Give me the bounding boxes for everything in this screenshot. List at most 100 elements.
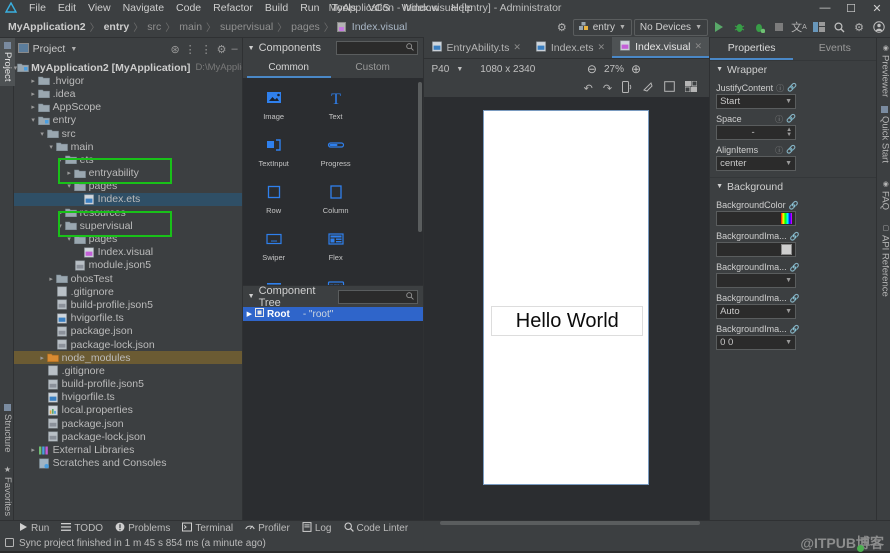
breadcrumb-pages[interactable]: pages (288, 21, 323, 33)
link-icon[interactable]: 🔗 (786, 145, 796, 156)
component-item-textinput[interactable]: TextInput (243, 133, 305, 180)
link-icon[interactable]: 🔗 (786, 114, 796, 125)
component-item-image[interactable]: Image (243, 86, 305, 133)
maximize-button[interactable]: ☐ (838, 0, 864, 16)
chevron-right-icon[interactable]: ▸ (56, 209, 65, 217)
tree-row-scratches-and-consoles[interactable]: Scratches and Consoles (14, 457, 242, 470)
multi-device-icon[interactable] (685, 81, 697, 95)
tree-row-local-properties[interactable]: local.properties (14, 404, 242, 417)
gear-icon[interactable]: ⚙ (850, 18, 868, 36)
section-header-background[interactable]: ▼ Background (710, 177, 876, 195)
chevron-down-icon[interactable]: ▾ (56, 156, 65, 164)
tab-events[interactable]: Events (793, 38, 876, 60)
component-tree-row-root[interactable]: ▶ Root - "root" (243, 307, 423, 321)
help-icon[interactable]: ⓘ (775, 114, 783, 125)
refresh-preview-icon[interactable] (642, 81, 654, 96)
tree-row-package-json[interactable]: package.json (14, 325, 242, 338)
stepper-arrows-icon[interactable]: ▲▼ (786, 128, 792, 138)
section-header-wrapper[interactable]: ▼ Wrapper (710, 60, 876, 78)
chevron-right-icon[interactable]: ▸ (47, 275, 56, 283)
tool-window-problems[interactable]: Problems (115, 522, 170, 535)
tool-window-profiler[interactable]: Profiler (245, 522, 290, 535)
tab-custom[interactable]: Custom (331, 58, 415, 78)
sidebar-item-quick-start[interactable]: Quick Start (877, 102, 890, 167)
close-button[interactable]: ✕ (864, 0, 890, 16)
tree-row-gitignore[interactable]: .gitignore (14, 285, 242, 298)
chevron-down-icon[interactable]: ▾ (56, 222, 65, 230)
device-preview[interactable]: Hello World (483, 110, 649, 485)
run-button[interactable] (710, 18, 728, 36)
components-search-input[interactable] (336, 41, 418, 55)
tree-row-entry[interactable]: ▾entry (14, 114, 242, 127)
menu-item-file[interactable]: File (23, 0, 52, 16)
minimize-button[interactable]: — (812, 0, 838, 16)
chevron-down-icon[interactable]: ▾ (65, 182, 74, 190)
event-log-icon[interactable] (5, 538, 14, 550)
menu-item-refactor[interactable]: Refactor (207, 0, 259, 16)
chevron-down-icon[interactable]: ▾ (65, 235, 74, 243)
run-configuration-selector[interactable]: entry ▼ (573, 19, 632, 36)
component-item-button[interactable]: BTNButton (305, 274, 367, 285)
tree-row-supervisual[interactable]: ▾supervisual (14, 219, 242, 232)
tool-window-log[interactable]: Log (302, 522, 332, 535)
tool-window-code-linter[interactable]: Code Linter (344, 522, 409, 535)
editor-tab-entryability-ts[interactable]: EntryAbility.ts✕ (424, 37, 528, 58)
chevron-down-icon[interactable]: ▼ (456, 66, 463, 73)
gear-icon[interactable]: ⚙ (217, 43, 227, 56)
chevron-down-icon[interactable]: ▼ (70, 46, 77, 53)
tree-row-ets[interactable]: ▾ets (14, 153, 242, 166)
tree-row-package-json[interactable]: package.json (14, 417, 242, 430)
undo-icon[interactable]: ↶ (584, 82, 593, 95)
breadcrumb-project[interactable]: MyApplication2 (5, 21, 89, 33)
tree-row-main[interactable]: ▾main (14, 140, 242, 153)
backgroundimage-size-select[interactable]: Auto ▼ (716, 304, 796, 319)
sidebar-item-api-reference[interactable]: ▢ API Reference (877, 220, 890, 301)
space-stepper[interactable]: - ▲▼ (716, 125, 796, 140)
tree-row-build-profile-json5[interactable]: build-profile.json5 (14, 378, 242, 391)
component-tree-search-input[interactable] (338, 290, 418, 304)
editor-tab-index-ets[interactable]: Index.ets✕ (528, 37, 612, 58)
hide-icon[interactable]: – (232, 43, 238, 55)
tree-row-myapplication2-myapplication[interactable]: ▾MyApplication2 [MyApplication]D:\MyAppl… (14, 61, 242, 74)
sidebar-item-previewer[interactable]: ◉ Previewer (877, 40, 890, 101)
menu-item-edit[interactable]: Edit (52, 0, 82, 16)
chevron-right-icon[interactable]: ▶ (247, 310, 252, 318)
tree-row-appscope[interactable]: ▸AppScope (14, 101, 242, 114)
chevron-right-icon[interactable]: ▸ (29, 103, 38, 111)
tree-row-pages[interactable]: ▾pages (14, 232, 242, 245)
breadcrumb-supervisual[interactable]: supervisual (217, 21, 276, 33)
editor-tab-index-visual[interactable]: Index.visual✕ (612, 37, 709, 58)
tree-row-package-lock-json[interactable]: package-lock.json (14, 430, 242, 443)
menu-item-run[interactable]: Run (294, 0, 325, 16)
component-item-text[interactable]: TText (305, 86, 367, 133)
help-icon[interactable]: ⓘ (775, 145, 783, 156)
expand-icon[interactable]: ⋮ (185, 43, 196, 56)
tree-row-entryability[interactable]: ▸entryability (14, 167, 242, 180)
tree-row-ohostest[interactable]: ▸ohosTest (14, 272, 242, 285)
tree-row-src[interactable]: ▾src (14, 127, 242, 140)
tree-row-node-modules[interactable]: ▸node_modules (14, 351, 242, 364)
tab-properties[interactable]: Properties (710, 38, 793, 60)
link-icon[interactable]: 🔗 (790, 294, 800, 303)
component-item-flex[interactable]: Flex (305, 227, 367, 274)
chevron-right-icon[interactable]: ▸ (29, 77, 38, 85)
close-icon[interactable]: ✕ (598, 42, 606, 53)
tree-row-hvigorfile-ts[interactable]: hvigorfile.ts (14, 391, 242, 404)
alignitems-select[interactable]: center ▼ (716, 156, 796, 171)
tree-row-pages[interactable]: ▾pages (14, 180, 242, 193)
component-grid[interactable]: ImageTTextTextInputProgressRowColumnSwip… (243, 78, 423, 285)
component-item-row[interactable]: Row (243, 180, 305, 227)
link-icon[interactable]: 🔗 (787, 83, 797, 94)
menu-item-navigate[interactable]: Navigate (117, 0, 170, 16)
collapse-all-icon[interactable]: ⊛ (170, 43, 179, 56)
project-tree[interactable]: ▾MyApplication2 [MyApplication]D:\MyAppl… (14, 60, 242, 520)
breadcrumb-entry[interactable]: entry (101, 21, 133, 33)
close-icon[interactable]: ✕ (513, 42, 521, 53)
image-picker-icon[interactable] (781, 244, 792, 255)
tree-row-build-profile-json5[interactable]: build-profile.json5 (14, 298, 242, 311)
chevron-down-icon[interactable]: ▾ (38, 130, 47, 138)
help-icon[interactable]: ⓘ (776, 83, 784, 94)
tree-row-index-visual[interactable]: Index.visual (14, 246, 242, 259)
tree-row-package-lock-json[interactable]: package-lock.json (14, 338, 242, 351)
chevron-down-icon[interactable]: ▼ (248, 293, 255, 300)
